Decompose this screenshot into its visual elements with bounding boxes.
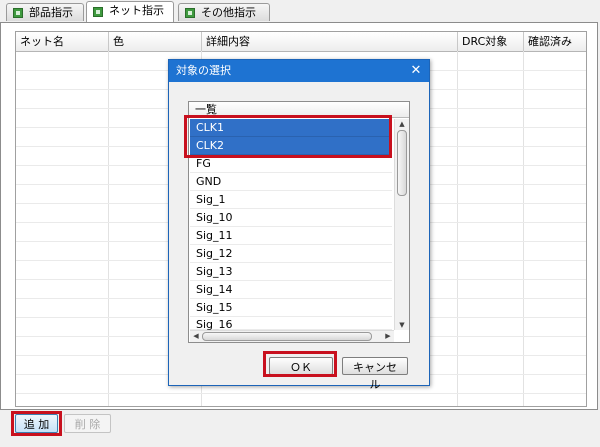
list-item[interactable]: GND xyxy=(190,173,392,191)
list-item[interactable]: Sig_14 xyxy=(190,281,392,299)
tab-label: ネット指示 xyxy=(109,4,164,17)
scroll-up-arrow-icon[interactable]: ▲ xyxy=(397,119,407,129)
list-header[interactable]: 一覧 xyxy=(189,102,409,118)
tab-label: その他指示 xyxy=(201,6,256,19)
close-icon[interactable]: ✕ xyxy=(409,60,423,82)
column-header-color[interactable]: 色 xyxy=(109,32,202,51)
list-item-clk1[interactable]: CLK1 xyxy=(190,119,392,137)
tab-bar: 部品指示 ネット指示 その他指示 xyxy=(0,0,600,22)
list-item[interactable]: Sig_12 xyxy=(190,245,392,263)
column-header-drc-target[interactable]: DRC対象 xyxy=(458,32,524,51)
scroll-right-arrow-icon[interactable]: ▶ xyxy=(383,331,393,341)
list-item[interactable]: Sig_13 xyxy=(190,263,392,281)
table-header: ネット名 色 詳細内容 DRC対象 確認済み xyxy=(16,32,586,52)
column-divider xyxy=(108,51,109,406)
target-list[interactable]: 一覧 CLK1 CLK2 FG GND Sig_1 Sig_10 Sig_11 … xyxy=(188,101,410,343)
bottom-toolbar: 追 加 削 除 xyxy=(0,410,600,447)
tab-other-instruction[interactable]: その他指示 xyxy=(178,3,270,21)
dialog-title-bar[interactable]: 対象の選択 xyxy=(169,60,429,82)
scroll-left-arrow-icon[interactable]: ◀ xyxy=(191,331,201,341)
plugin-icon xyxy=(13,8,23,18)
tab-label: 部品指示 xyxy=(29,6,73,19)
dialog-title: 対象の選択 xyxy=(176,64,231,77)
list-item-clk2[interactable]: CLK2 xyxy=(190,137,392,155)
column-header-details[interactable]: 詳細内容 xyxy=(202,32,458,51)
scrollbar-thumb[interactable] xyxy=(397,130,407,196)
list-item[interactable]: Sig_10 xyxy=(190,209,392,227)
add-button[interactable]: 追 加 xyxy=(15,414,58,433)
column-divider xyxy=(523,51,524,406)
list-item[interactable]: Sig_1 xyxy=(190,191,392,209)
delete-button[interactable]: 削 除 xyxy=(64,414,111,433)
list-item[interactable]: FG xyxy=(190,155,392,173)
list-item[interactable]: Sig_16 xyxy=(190,317,392,331)
plugin-icon xyxy=(93,7,103,17)
tab-parts-instruction[interactable]: 部品指示 xyxy=(6,3,84,21)
scroll-down-arrow-icon[interactable]: ▼ xyxy=(397,320,407,330)
ok-button[interactable]: ＯＫ xyxy=(269,357,333,375)
list-item[interactable]: Sig_11 xyxy=(190,227,392,245)
column-header-net-name[interactable]: ネット名 xyxy=(16,32,109,51)
plugin-icon xyxy=(185,8,195,18)
cancel-button[interactable]: キャンセル xyxy=(342,357,408,391)
column-divider xyxy=(457,51,458,406)
column-header-confirmed[interactable]: 確認済み xyxy=(524,32,586,51)
list-item[interactable]: Sig_15 xyxy=(190,299,392,317)
table-row[interactable] xyxy=(16,393,586,394)
target-selection-dialog: 対象の選択 ✕ 一覧 CLK1 CLK2 FG GND Sig_1 Sig_10… xyxy=(168,59,430,391)
tab-net-instruction[interactable]: ネット指示 xyxy=(86,1,174,22)
scrollbar-thumb[interactable] xyxy=(202,332,372,341)
horizontal-scrollbar[interactable]: ◀ ▶ xyxy=(190,330,394,342)
vertical-scrollbar[interactable]: ▲ ▼ xyxy=(394,119,409,330)
